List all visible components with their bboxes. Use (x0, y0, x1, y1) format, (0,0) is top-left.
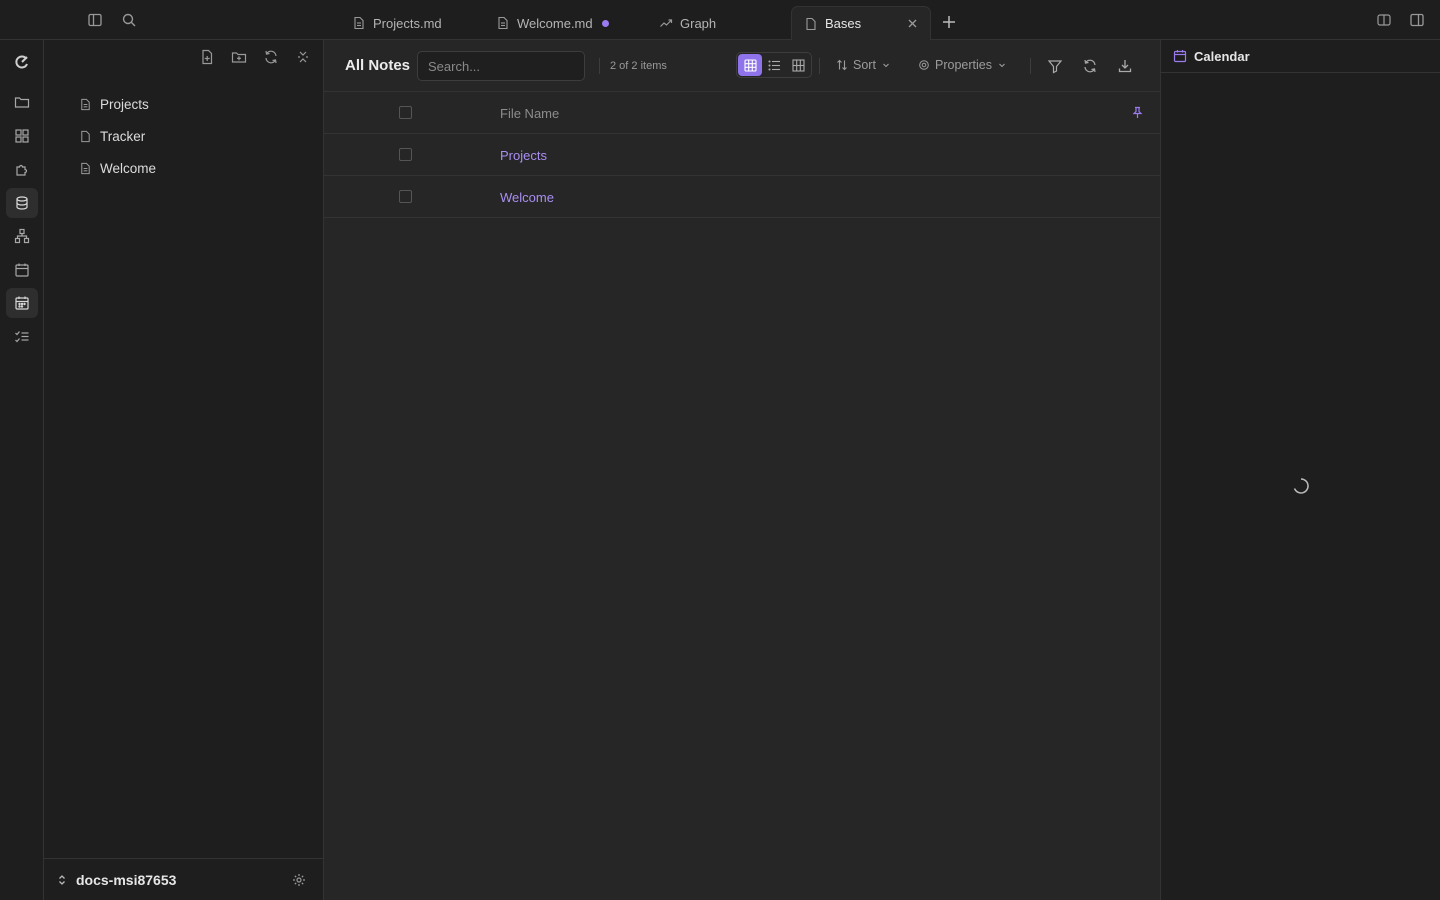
sort-icon (836, 59, 848, 71)
new-tab-icon[interactable] (941, 14, 957, 30)
file-link[interactable]: Projects (500, 148, 547, 163)
tree-item-welcome[interactable]: Welcome (79, 152, 156, 184)
column-header-file-name[interactable]: File Name (500, 106, 559, 121)
table-view-button[interactable] (738, 54, 762, 76)
new-note-icon[interactable] (199, 49, 215, 65)
right-sidebar-toggle-icon[interactable] (1409, 12, 1425, 28)
calendar-icon (1173, 49, 1187, 63)
select-all-checkbox[interactable] (399, 106, 412, 119)
checklist-icon[interactable] (6, 322, 38, 352)
calendar-days-icon[interactable] (6, 288, 38, 318)
database-icon[interactable] (6, 188, 38, 218)
list-view-button[interactable] (762, 54, 786, 76)
download-icon[interactable] (1117, 58, 1133, 74)
file-icon (804, 17, 818, 31)
item-count: 2 of 2 items (610, 60, 667, 72)
tree-item-projects[interactable]: Projects (79, 88, 156, 120)
bases-toolbar: All Notes 2 of 2 items Sort Properties (324, 40, 1160, 92)
gear-icon[interactable] (292, 873, 306, 887)
tree-item-label: Tracker (100, 128, 146, 144)
file-icon (496, 16, 510, 30)
pin-icon[interactable] (1131, 106, 1144, 119)
tab-bases[interactable]: Bases (791, 6, 931, 40)
row-checkbox[interactable] (399, 190, 412, 203)
close-icon[interactable] (907, 18, 918, 29)
file-icon (352, 16, 366, 30)
refresh-icon[interactable] (263, 49, 279, 65)
table-row: Welcome (324, 176, 1160, 218)
explorer-actions (199, 49, 311, 65)
unsaved-dot (601, 19, 609, 27)
tab-graph[interactable]: Graph (647, 6, 728, 40)
file-link[interactable]: Welcome (500, 190, 554, 205)
tree-item-label: Projects (100, 96, 149, 112)
tree-item-tracker[interactable]: Tracker (79, 120, 156, 152)
trend-icon (659, 16, 673, 30)
divider (1030, 58, 1031, 74)
search-input[interactable] (417, 51, 585, 81)
puzzle-icon[interactable] (6, 154, 38, 184)
view-mode-switcher (736, 52, 812, 78)
file-tree: Projects Tracker Welcome (79, 88, 156, 184)
sort-label: Sort (853, 58, 876, 72)
file-explorer: Projects Tracker Welcome docs-msi87653 (44, 40, 324, 900)
file-icon (79, 162, 92, 175)
calendar-panel: Calendar (1160, 40, 1440, 900)
ribbon (0, 40, 44, 900)
tab-label: Welcome.md (517, 15, 593, 31)
loading-spinner-icon (1292, 477, 1310, 495)
chevron-down-icon (998, 61, 1006, 69)
calendar-panel-title: Calendar (1194, 48, 1250, 64)
properties-label: Properties (935, 58, 992, 72)
bases-view: All Notes 2 of 2 items Sort Properties (324, 40, 1160, 900)
sidebar-toggle-icon[interactable] (87, 12, 103, 28)
calendar-icon[interactable] (6, 255, 38, 285)
tab-label: Projects.md (373, 15, 442, 31)
chevron-up-down-icon (56, 874, 68, 886)
vault-switcher[interactable]: docs-msi87653 (44, 858, 324, 900)
sort-button[interactable]: Sort (836, 58, 890, 72)
calendar-panel-header: Calendar (1161, 40, 1440, 73)
notes-table: File Name Projects Welcome (324, 92, 1160, 218)
logo-icon[interactable] (6, 47, 38, 77)
app-window: Projects.md Welcome.md Graph Bases Proje… (0, 0, 1440, 900)
grid-view-button[interactable] (786, 54, 810, 76)
properties-button[interactable]: Properties (918, 58, 1006, 72)
file-icon (79, 98, 92, 111)
split-view-icon[interactable] (1376, 12, 1392, 28)
tree-item-label: Welcome (100, 160, 157, 176)
divider (819, 58, 820, 74)
divider (599, 58, 600, 74)
search-icon[interactable] (121, 12, 137, 28)
tab-label: Bases (825, 16, 862, 31)
row-checkbox[interactable] (399, 148, 412, 161)
graph-icon[interactable] (6, 221, 38, 251)
tab-projects[interactable]: Projects.md (340, 6, 454, 40)
vault-name: docs-msi87653 (76, 871, 177, 888)
table-header: File Name (324, 92, 1160, 134)
chevron-down-icon (882, 61, 890, 69)
new-folder-icon[interactable] (231, 49, 247, 65)
view-title[interactable]: All Notes (345, 57, 410, 74)
folder-icon[interactable] (6, 87, 38, 117)
tab-label: Graph (680, 15, 717, 31)
gear-icon (918, 59, 930, 71)
table-row: Projects (324, 134, 1160, 176)
title-bar: Projects.md Welcome.md Graph Bases (0, 0, 1440, 40)
filter-icon[interactable] (1047, 58, 1063, 74)
tab-welcome[interactable]: Welcome.md (484, 6, 621, 40)
collapse-all-icon[interactable] (295, 49, 311, 65)
refresh-icon[interactable] (1082, 58, 1098, 74)
file-icon (79, 130, 92, 143)
grid-icon[interactable] (6, 121, 38, 151)
